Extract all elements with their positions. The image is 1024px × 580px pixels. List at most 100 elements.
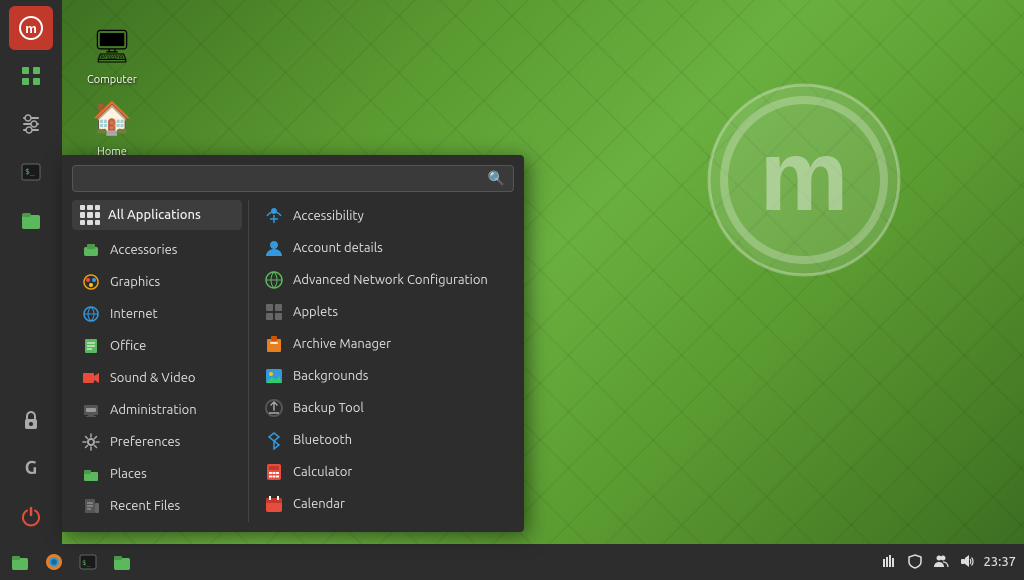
administration-label: Administration — [110, 403, 197, 417]
computer-icon: 🖥 — [88, 22, 136, 70]
all-applications-btn[interactable]: All Applications — [72, 200, 242, 230]
clock-display: 23:37 — [983, 555, 1016, 569]
office-label: Office — [110, 339, 146, 353]
backgrounds-icon — [263, 365, 285, 387]
calculator-label: Calculator — [293, 465, 352, 479]
recent-files-icon — [80, 495, 102, 517]
app-backup-tool[interactable]: Backup Tool — [255, 392, 510, 424]
cat-administration[interactable]: Administration — [72, 394, 242, 426]
app-applets[interactable]: Applets — [255, 296, 510, 328]
applets-label: Applets — [293, 305, 338, 319]
backup-tool-label: Backup Tool — [293, 401, 364, 415]
sidebar: m $_ — [0, 0, 62, 544]
sliders-icon — [20, 113, 42, 135]
svg-text:m: m — [25, 21, 37, 36]
svg-text:$_: $_ — [82, 559, 91, 567]
cat-accessories[interactable]: Accessories — [72, 234, 242, 266]
app-bluetooth[interactable]: Bluetooth — [255, 424, 510, 456]
sound-video-label: Sound & Video — [110, 371, 196, 385]
sidebar-icon-g[interactable]: G — [9, 446, 53, 490]
archive-manager-icon — [263, 333, 285, 355]
sidebar-icon-power[interactable] — [9, 494, 53, 538]
desktop-icon-home[interactable]: 🏠 Home — [72, 90, 152, 162]
accessibility-app-label: Accessibility — [293, 209, 364, 223]
sound-video-icon — [80, 367, 102, 389]
preferences-label: Preferences — [110, 435, 180, 449]
places-icon — [80, 463, 102, 485]
preferences-icon — [80, 431, 102, 453]
svg-text:m: m — [760, 120, 849, 232]
advanced-network-icon — [263, 269, 285, 291]
lock-icon — [20, 409, 42, 431]
backgrounds-label: Backgrounds — [293, 369, 368, 383]
apps-list: Accessibility Account details Advanced N… — [255, 200, 514, 520]
internet-icon — [80, 303, 102, 325]
categories-panel: All Applications Accessories Graphics — [72, 200, 242, 522]
search-input[interactable] — [81, 171, 488, 186]
cat-sound-video[interactable]: Sound & Video — [72, 362, 242, 394]
app-calendar[interactable]: Calendar — [255, 488, 510, 520]
graphics-label: Graphics — [110, 275, 160, 289]
menu-divider — [248, 200, 249, 522]
menu-content: All Applications Accessories Graphics — [72, 200, 514, 522]
account-details-label: Account details — [293, 241, 383, 255]
cat-places[interactable]: Places — [72, 458, 242, 490]
backup-tool-icon — [263, 397, 285, 419]
start-menu: 🔍 All A — [62, 155, 524, 532]
recent-files-label: Recent Files — [110, 499, 180, 513]
sidebar-icon-files[interactable] — [9, 198, 53, 242]
terminal-icon: $_ — [20, 161, 42, 183]
taskbar: $_ 23:37 — [0, 544, 1024, 580]
grid-icon — [80, 205, 100, 225]
sidebar-icon-mint[interactable]: m — [9, 6, 53, 50]
app-archive-manager[interactable]: Archive Manager — [255, 328, 510, 360]
taskbar-files2-btn[interactable] — [106, 546, 138, 578]
power-icon — [20, 505, 42, 527]
app-backgrounds[interactable]: Backgrounds — [255, 360, 510, 392]
sidebar-icon-sliders[interactable] — [9, 102, 53, 146]
sidebar-icon-terminal[interactable]: $_ — [9, 150, 53, 194]
calendar-label: Calendar — [293, 497, 345, 511]
tray-shield-icon[interactable] — [905, 551, 925, 574]
taskbar-files-icon — [10, 552, 30, 572]
app-calculator[interactable]: Calculator — [255, 456, 510, 488]
tray-network-icon[interactable] — [879, 551, 899, 574]
sidebar-icon-lock[interactable] — [9, 398, 53, 442]
taskbar-left: $_ — [0, 546, 138, 578]
app-account-details[interactable]: Account details — [255, 232, 510, 264]
taskbar-files2-icon — [112, 552, 132, 572]
cat-office[interactable]: Office — [72, 330, 242, 362]
cat-internet[interactable]: Internet — [72, 298, 242, 330]
search-bar[interactable]: 🔍 — [72, 165, 514, 192]
cat-graphics[interactable]: Graphics — [72, 266, 242, 298]
computer-label: Computer — [87, 74, 137, 86]
desktop: m 🖥 Computer 🏠 Home m — [0, 0, 1024, 580]
archive-manager-label: Archive Manager — [293, 337, 391, 351]
advanced-network-label: Advanced Network Configuration — [293, 273, 488, 287]
tray-volume-icon[interactable] — [957, 551, 977, 574]
svg-text:$_: $_ — [25, 167, 35, 176]
calendar-icon — [263, 493, 285, 515]
graphics-icon — [80, 271, 102, 293]
taskbar-terminal-btn[interactable]: $_ — [72, 546, 104, 578]
tray-users-icon[interactable] — [931, 551, 951, 574]
desktop-icon-computer[interactable]: 🖥 Computer — [72, 18, 152, 90]
app-accessibility[interactable]: Accessibility — [255, 200, 510, 232]
office-icon — [80, 335, 102, 357]
account-details-icon — [263, 237, 285, 259]
home-icon: 🏠 — [88, 94, 136, 142]
cat-preferences[interactable]: Preferences — [72, 426, 242, 458]
calculator-icon — [263, 461, 285, 483]
search-icon[interactable]: 🔍 — [488, 170, 505, 187]
accessibility-app-icon — [263, 205, 285, 227]
files-icon — [20, 209, 42, 231]
apps-grid-icon — [20, 65, 42, 87]
bluetooth-label: Bluetooth — [293, 433, 352, 447]
cat-recent-files[interactable]: Recent Files — [72, 490, 242, 522]
sidebar-icon-apps[interactable] — [9, 54, 53, 98]
app-advanced-network[interactable]: Advanced Network Configuration — [255, 264, 510, 296]
taskbar-files-btn[interactable] — [4, 546, 36, 578]
taskbar-firefox-btn[interactable] — [38, 546, 70, 578]
mint-logo: m — [704, 80, 904, 280]
taskbar-firefox-icon — [44, 552, 64, 572]
